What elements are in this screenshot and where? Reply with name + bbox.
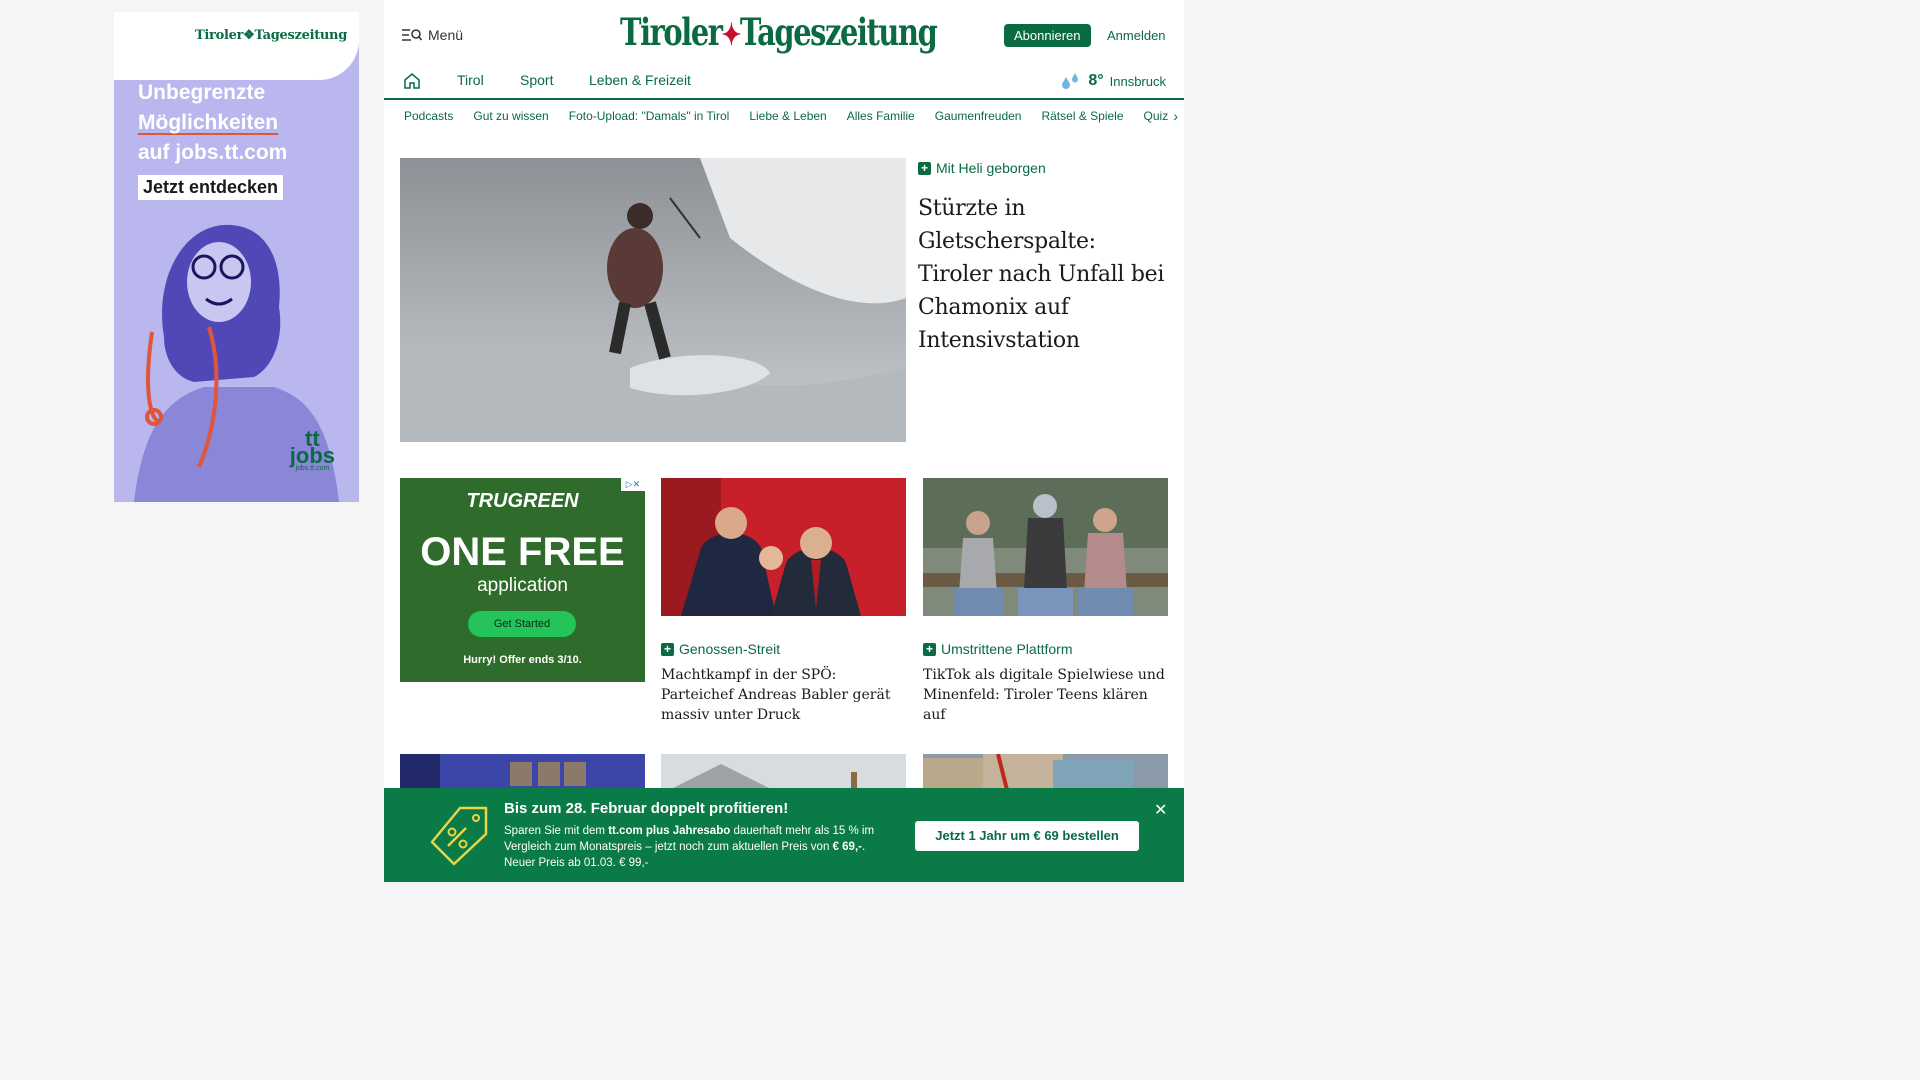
subnav-item[interactable]: Quiz — [1144, 109, 1169, 123]
get-started-button[interactable]: Get Started — [468, 611, 576, 637]
weather-temp: 8° — [1088, 72, 1104, 89]
menu-button[interactable]: Menü — [402, 27, 463, 43]
ad-headline-line: Möglichkeiten — [138, 111, 279, 134]
login-link[interactable]: Anmelden — [1107, 28, 1166, 43]
hero-kicker: + Mit Heli geborgen — [918, 160, 1168, 176]
order-button[interactable]: Jetzt 1 Jahr um € 69 bestellen — [915, 821, 1139, 851]
article-title[interactable]: Machtkampf in der SPÖ: Parteichef Andrea… — [661, 665, 906, 725]
article-card[interactable]: + Umstrittene Plattform TikTok als digit… — [923, 478, 1168, 725]
ad-logo: Tiroler❖Tageszeitung — [195, 28, 347, 43]
promo-text-part: Sparen Sie mit dem — [504, 825, 609, 837]
discount-tag-icon — [430, 806, 488, 866]
close-icon[interactable]: ✕ — [1154, 800, 1167, 820]
article-title[interactable]: TikTok als digitale Spielwiese und Minen… — [923, 665, 1168, 725]
promo-text-bold: € 69,- — [832, 841, 862, 853]
article-image[interactable] — [661, 478, 906, 616]
promo-banner: Bis zum 28. Februar doppelt profitieren!… — [384, 788, 1184, 882]
weather-widget[interactable]: 8° Innsbruck — [1060, 71, 1166, 91]
article-kicker: + Genossen-Streit — [661, 641, 906, 657]
subnav-item[interactable]: Foto-Upload: "Damals" in Tirol — [569, 109, 730, 123]
hero-title[interactable]: Stürzte in Gletscherspalte: Tiroler nach… — [918, 192, 1168, 357]
logo-left: Tiroler — [620, 10, 723, 54]
subnav-item[interactable]: Gut zu wissen — [473, 109, 548, 123]
hero-teaser[interactable]: + Mit Heli geborgen Stürzte in Gletscher… — [918, 160, 1168, 357]
promo-text-bold: tt.com plus Jahresabo — [608, 825, 731, 837]
plus-badge-icon: + — [661, 642, 674, 656]
article-card[interactable]: + Genossen-Streit Machtkampf in der SPÖ:… — [661, 478, 906, 725]
tyrol-eagle-icon: ✦ — [721, 18, 742, 53]
article-kicker-text: Umstrittene Plattform — [941, 641, 1073, 657]
promo-title: Bis zum 28. Februar doppelt profitieren! — [504, 800, 789, 817]
subnav-item[interactable]: Rätsel & Spiele — [1041, 109, 1123, 123]
subnav-item[interactable]: Gaumenfreuden — [935, 109, 1022, 123]
ad-top-panel — [114, 12, 359, 80]
subnav-item[interactable]: Alles Familie — [847, 109, 915, 123]
sub-nav: Podcasts Gut zu wissen Foto-Upload: "Dam… — [384, 100, 1184, 132]
ad-cta-button[interactable]: Jetzt entdecken — [138, 175, 284, 200]
nav-item-sport[interactable]: Sport — [520, 72, 553, 88]
main-column: Menü Tiroler✦Tageszeitung Abonnieren Anm… — [384, 0, 1184, 882]
jobs-sidebar-ad[interactable]: Tiroler❖Tageszeitung Unbegrenzte Möglich… — [114, 12, 359, 502]
ad-headline-line: auf jobs.tt.com — [138, 141, 288, 164]
ad-subline: application — [477, 575, 568, 596]
subnav-item[interactable]: Liebe & Leben — [749, 109, 826, 123]
ad-offer-note: Hurry! Offer ends 3/10. — [463, 654, 582, 666]
nav-item-leben-freizeit[interactable]: Leben & Freizeit — [589, 72, 691, 88]
promo-text: Sparen Sie mit dem tt.com plus Jahresabo… — [504, 823, 894, 871]
ad-headline: Unbegrenzte Möglichkeiten auf jobs.tt.co… — [138, 78, 287, 168]
menu-label: Menü — [428, 27, 464, 43]
ad-headline-line: Unbegrenzte — [138, 81, 266, 104]
site-logo[interactable]: Tiroler✦Tageszeitung — [620, 10, 938, 54]
chevron-right-icon[interactable]: › — [1173, 108, 1178, 124]
plus-badge-icon: + — [918, 161, 931, 175]
tt-jobs-logo: tt jobs jobs.tt.com — [289, 428, 335, 473]
rain-icon — [1062, 73, 1079, 89]
plus-badge-icon: + — [923, 642, 936, 656]
subnav-item[interactable]: Podcasts — [404, 109, 453, 123]
jobs-url: jobs.tt.com — [295, 465, 330, 472]
ad-brand: TRUGREEN — [466, 490, 579, 512]
hero-image[interactable] — [400, 158, 906, 442]
article-image[interactable] — [923, 478, 1168, 616]
main-nav: Tirol Sport Leben & Freizeit 8° Innsbruc… — [384, 64, 1184, 100]
jobs-word: jobs — [289, 443, 335, 468]
nav-item-tirol[interactable]: Tirol — [457, 72, 484, 88]
article-kicker: + Umstrittene Plattform — [923, 641, 1168, 657]
ad-headline: ONE FREE — [420, 530, 625, 574]
weather-city: Innsbruck — [1109, 73, 1166, 89]
home-icon[interactable] — [403, 72, 421, 90]
logo-right: Tageszeitung — [739, 10, 938, 54]
hero-kicker-text: Mit Heli geborgen — [936, 160, 1046, 176]
subscribe-button[interactable]: Abonnieren — [1004, 24, 1091, 47]
menu-search-icon — [402, 29, 422, 41]
site-header: Menü Tiroler✦Tageszeitung Abonnieren Anm… — [384, 0, 1184, 64]
article-kicker-text: Genossen-Streit — [679, 641, 781, 657]
trugreen-ad[interactable]: ▷✕ TRUGREEN ONE FREE application Get Sta… — [400, 478, 645, 682]
